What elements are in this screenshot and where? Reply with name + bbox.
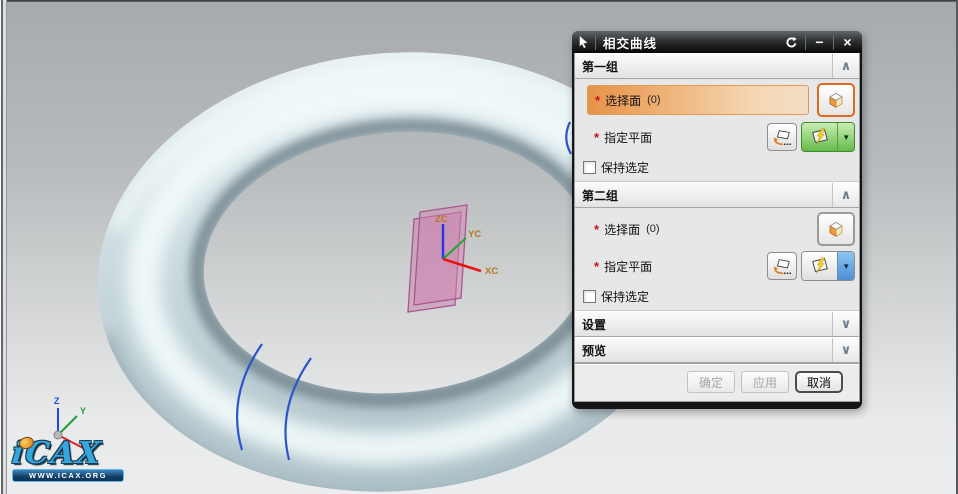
required-marker: * bbox=[595, 92, 601, 108]
group1-plane-dialog-button[interactable] bbox=[767, 123, 797, 151]
wcs-yc-label: YC bbox=[468, 229, 481, 240]
group1-keep-selected-label: 保持选定 bbox=[601, 160, 650, 175]
dialog-body: 第一组 ∧ * 选择面 (0) * 指定平面 ▼ 保持选定 第二组 ∧ * 选择… bbox=[574, 53, 860, 402]
apply-button[interactable]: 应用 bbox=[741, 371, 789, 393]
titlebar-separator bbox=[595, 34, 596, 50]
cube-icon bbox=[829, 221, 843, 237]
specify-plane-label: 指定平面 bbox=[604, 130, 653, 145]
triad-z-label: Z bbox=[54, 396, 60, 406]
titlebar-separator bbox=[833, 34, 834, 50]
settings-expand-button[interactable]: ∨ bbox=[832, 312, 859, 336]
group2-label: 第二组 bbox=[582, 188, 619, 203]
group2-plane-method-combo[interactable]: ▼ bbox=[801, 251, 855, 281]
icax-logo: iCAX WWW.ICAX.ORG bbox=[10, 435, 132, 482]
group1-collapse-button[interactable]: ∧ bbox=[832, 54, 859, 78]
group2-header[interactable]: 第二组 ∧ bbox=[575, 182, 859, 208]
dropdown-arrow-icon[interactable]: ▼ bbox=[837, 123, 854, 151]
select-face-label: 选择面 bbox=[605, 93, 642, 108]
wcs-xc-label: XC bbox=[485, 266, 498, 277]
cube-icon bbox=[829, 92, 843, 108]
select-face-count: (0) bbox=[647, 94, 661, 106]
plane-lightning-icon bbox=[811, 128, 828, 145]
group1-label: 第一组 bbox=[582, 59, 619, 74]
group2-collapse-button[interactable]: ∧ bbox=[832, 183, 859, 207]
group2-keep-selected-label: 保持选定 bbox=[601, 289, 650, 304]
viewport-top-border bbox=[0, 0, 958, 2]
group1-select-face-row[interactable]: * 选择面 (0) bbox=[587, 85, 809, 115]
group2-panel: * 选择面 (0) * 指定平面 ▼ 保持选定 bbox=[575, 208, 859, 311]
group2-select-face-row[interactable]: * 选择面 (0) bbox=[587, 214, 809, 244]
group1-panel: * 选择面 (0) * 指定平面 ▼ 保持选定 bbox=[575, 79, 859, 182]
preview-section-header[interactable]: 预览 ∨ bbox=[575, 337, 859, 363]
dialog-footer: 确定 应用 取消 bbox=[575, 363, 859, 401]
dropdown-arrow-icon[interactable]: ▼ bbox=[837, 252, 854, 280]
required-marker: * bbox=[594, 129, 600, 145]
ok-button[interactable]: 确定 bbox=[687, 371, 735, 393]
preview-expand-button[interactable]: ∨ bbox=[832, 338, 859, 362]
group1-face-filter-button[interactable] bbox=[817, 83, 855, 117]
dialog-titlebar[interactable]: 相交曲线 − × bbox=[572, 31, 862, 53]
plane-lightning-icon bbox=[811, 257, 828, 274]
intersection-curve-dialog: 相交曲线 − × 第一组 ∧ * 选择面 (0) * 指定平面 ▼ 保持选定 第… bbox=[572, 31, 862, 409]
group1-plane-method-combo[interactable]: ▼ bbox=[801, 122, 855, 152]
viewport-left-border bbox=[0, 0, 7, 494]
plane-method-icon[interactable] bbox=[802, 123, 837, 151]
select-face-count: (0) bbox=[646, 223, 660, 235]
cad-application-window: ZC YC XC Z Y X iCAX WWW.ICAX.ORG 相交曲线 − … bbox=[0, 0, 958, 494]
dialog-cursor-icon bbox=[575, 34, 593, 50]
wcs-zc-label: ZC bbox=[435, 214, 448, 225]
specify-plane-label: 指定平面 bbox=[604, 259, 653, 274]
group1-keep-selected-checkbox[interactable] bbox=[583, 160, 596, 174]
cancel-button[interactable]: 取消 bbox=[795, 371, 843, 393]
select-face-label: 选择面 bbox=[604, 222, 641, 237]
preview-label: 预览 bbox=[582, 343, 607, 358]
dialog-minimize-button[interactable]: − bbox=[808, 31, 831, 53]
triad-y-label: Y bbox=[80, 406, 86, 416]
reset-icon bbox=[786, 36, 797, 47]
group2-keep-selected-checkbox[interactable] bbox=[583, 289, 596, 303]
group2-face-filter-button[interactable] bbox=[817, 212, 855, 246]
required-marker: * bbox=[594, 258, 600, 274]
plane-dialog-icon bbox=[773, 130, 792, 146]
required-marker: * bbox=[594, 221, 600, 237]
plane-method-icon[interactable] bbox=[802, 252, 838, 280]
dialog-title: 相交曲线 bbox=[603, 36, 658, 51]
dialog-close-button[interactable]: × bbox=[836, 31, 859, 53]
plane-dialog-icon bbox=[773, 259, 792, 275]
group1-header[interactable]: 第一组 ∧ bbox=[575, 53, 859, 79]
settings-section-header[interactable]: 设置 ∨ bbox=[575, 311, 859, 337]
titlebar-separator bbox=[805, 34, 806, 50]
settings-label: 设置 bbox=[582, 317, 607, 332]
dialog-reset-button[interactable] bbox=[780, 31, 803, 53]
group2-plane-dialog-button[interactable] bbox=[767, 252, 797, 280]
